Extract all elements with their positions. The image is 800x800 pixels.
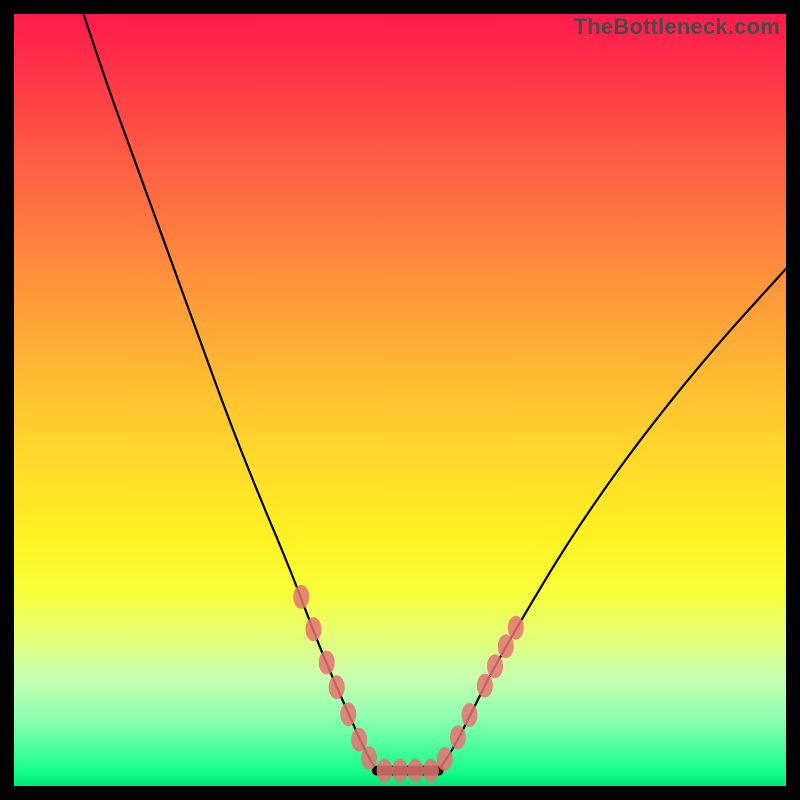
marker-point: [423, 759, 439, 783]
marker-point: [437, 747, 453, 771]
plot-area: TheBottleneck.com: [14, 14, 786, 786]
marker-point: [351, 728, 367, 752]
series-right-curve: [439, 269, 786, 771]
marker-point: [392, 759, 408, 783]
chart-svg: [14, 14, 786, 786]
marker-group: [293, 585, 524, 783]
marker-point: [407, 759, 423, 783]
marker-point: [508, 616, 524, 640]
marker-point: [462, 703, 478, 727]
marker-point: [450, 725, 466, 749]
outer-frame: TheBottleneck.com: [0, 0, 800, 800]
marker-point: [329, 675, 345, 699]
marker-point: [306, 617, 322, 641]
marker-point: [340, 702, 356, 726]
marker-point: [487, 654, 503, 678]
marker-point: [377, 759, 393, 783]
marker-point: [361, 746, 377, 770]
marker-point: [477, 674, 493, 698]
marker-point: [293, 585, 309, 609]
series-group: [84, 14, 787, 771]
marker-point: [498, 634, 514, 658]
marker-point: [319, 651, 335, 675]
